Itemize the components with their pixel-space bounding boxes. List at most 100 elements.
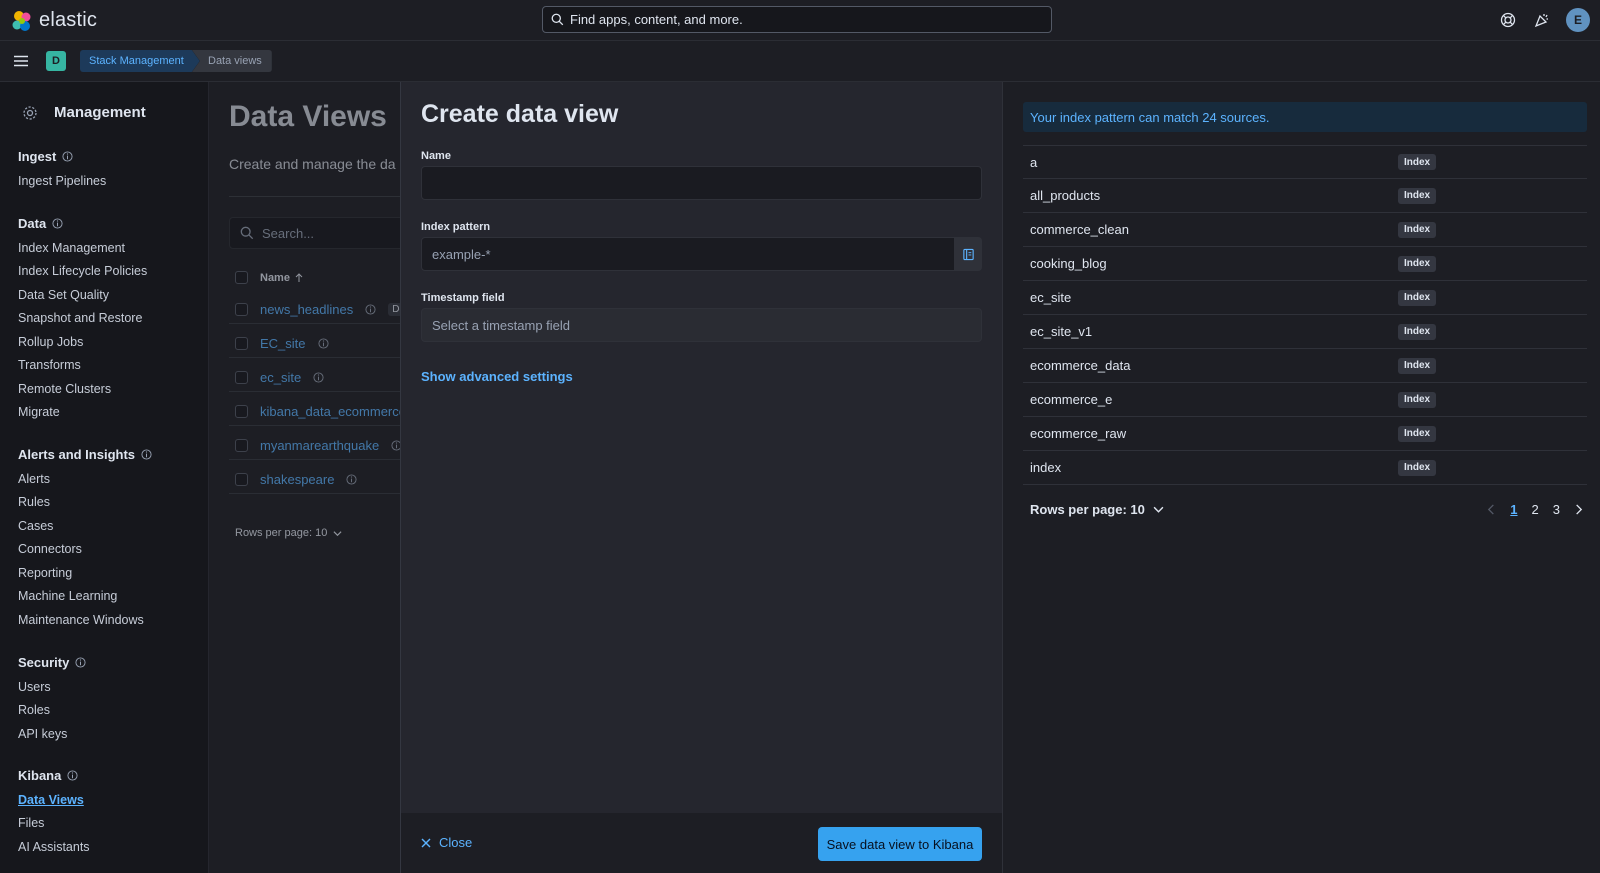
index-pattern-help-button[interactable] — [954, 237, 982, 271]
row-divider — [229, 323, 400, 324]
index-pattern-placeholder: example-* — [432, 246, 491, 262]
index-pattern-label: Index pattern — [421, 221, 491, 233]
timestamp-field-select[interactable]: Select a timestamp field — [421, 308, 982, 342]
source-name: ec_site — [1030, 290, 1072, 305]
source-row: commerce_clean Index — [1023, 213, 1587, 247]
rows-per-page-button[interactable]: Rows per page: 10 — [1030, 502, 1164, 517]
nav-item-machine-learning[interactable]: Machine Learning — [18, 589, 117, 603]
data-view-link[interactable]: news_headlines — [260, 302, 353, 317]
show-advanced-settings-link[interactable]: Show advanced settings — [421, 369, 573, 384]
row-checkbox[interactable] — [235, 439, 248, 452]
data-views-search-input[interactable]: Search... — [229, 217, 400, 249]
page-title: Data Views — [229, 100, 387, 133]
nav-item-ai-assistants[interactable]: AI Assistants — [18, 840, 90, 854]
nav-item-files[interactable]: Files — [18, 816, 44, 830]
search-placeholder: Find apps, content, and more. — [570, 12, 743, 27]
space-avatar[interactable]: D — [46, 51, 66, 71]
nav-item-cases[interactable]: Cases — [18, 519, 53, 533]
breadcrumb-stack-management[interactable]: Stack Management — [80, 50, 200, 72]
elastic-logo[interactable]: elastic — [11, 9, 97, 32]
source-type-badge: Index — [1398, 154, 1437, 170]
global-search-input[interactable]: Find apps, content, and more. — [542, 6, 1052, 33]
data-view-link[interactable]: ec_site — [260, 370, 301, 385]
row-divider — [229, 493, 400, 494]
page-description: Create and manage the da — [229, 156, 396, 172]
chevron-right-icon[interactable] — [1574, 503, 1583, 515]
source-row: ecommerce_e Index — [1023, 383, 1587, 417]
chevron-down-icon — [1153, 506, 1164, 513]
source-name: ec_site_v1 — [1030, 324, 1093, 339]
nav-item-snapshot-and-restore[interactable]: Snapshot and Restore — [18, 311, 142, 325]
nav-group-kibana: Kibana — [18, 768, 78, 783]
row-checkbox[interactable] — [235, 473, 248, 486]
data-view-link[interactable]: kibana_data_ecommerce — [260, 404, 400, 419]
nav-group-label: Kibana — [18, 768, 62, 783]
chevron-down-icon — [333, 530, 342, 536]
nav-item-rollup-jobs[interactable]: Rollup Jobs — [18, 335, 83, 349]
row-checkbox[interactable] — [235, 303, 248, 316]
source-type-badge: Index — [1398, 357, 1437, 374]
nav-item-reporting[interactable]: Reporting — [18, 566, 72, 580]
nav-group-security: Security — [18, 655, 86, 670]
save-data-view-button[interactable]: Save data view to Kibana — [818, 827, 982, 861]
help-button[interactable] — [1498, 10, 1518, 30]
source-row: cooking_blog Index — [1023, 247, 1587, 281]
name-input[interactable] — [421, 166, 982, 200]
flyout-footer: Close Save data view to Kibana — [401, 813, 1002, 873]
nav-item-transforms[interactable]: Transforms — [18, 358, 81, 372]
matching-sources-panel: Your index pattern can match 24 sources.… — [1002, 82, 1600, 873]
nav-item-remote-clusters[interactable]: Remote Clusters — [18, 382, 111, 396]
nav-item-maintenance-windows[interactable]: Maintenance Windows — [18, 613, 144, 627]
data-view-link[interactable]: EC_site — [260, 336, 306, 351]
info-icon — [391, 440, 400, 451]
nav-item-data-set-quality[interactable]: Data Set Quality — [18, 288, 109, 302]
index-pattern-input[interactable]: example-* — [421, 237, 982, 271]
page-3-button[interactable]: 3 — [1553, 502, 1560, 517]
row-checkbox[interactable] — [235, 371, 248, 384]
source-name: ecommerce_data — [1030, 358, 1131, 373]
page-2-button[interactable]: 2 — [1532, 502, 1539, 517]
nav-item-data-views[interactable]: Data Views — [18, 793, 84, 807]
search-icon — [551, 13, 564, 26]
data-view-link[interactable]: myanmarearthquake — [260, 438, 379, 453]
nav-item-alerts[interactable]: Alerts — [18, 472, 50, 486]
source-type-badge: Index — [1398, 289, 1437, 306]
search-icon — [240, 226, 254, 240]
rows-per-page-button[interactable]: Rows per page: 10 — [235, 527, 342, 539]
nav-item-api-keys[interactable]: API keys — [18, 727, 67, 741]
info-icon — [62, 151, 73, 162]
nav-item-users[interactable]: Users — [18, 680, 51, 694]
row-checkbox[interactable] — [235, 337, 248, 350]
nav-item-connectors[interactable]: Connectors — [18, 542, 82, 556]
select-all-checkbox[interactable] — [235, 271, 248, 284]
flyout-title: Create data view — [421, 100, 619, 128]
default-badge: De — [388, 303, 400, 316]
nav-item-index-management[interactable]: Index Management — [18, 241, 125, 255]
chevron-left-icon[interactable] — [1487, 503, 1496, 515]
info-icon — [317, 338, 329, 349]
page-1-button[interactable]: 1 — [1510, 502, 1517, 517]
data-view-link[interactable]: shakespeare — [260, 472, 334, 487]
table-row: EC_site — [235, 336, 329, 351]
nav-item-rules[interactable]: Rules — [18, 495, 50, 509]
column-name-header[interactable]: Name — [260, 272, 290, 284]
nav-item-migrate[interactable]: Migrate — [18, 405, 60, 419]
management-sidenav: Management Ingest Ingest Pipelines Data … — [0, 82, 209, 873]
help-lifebuoy-icon — [1500, 12, 1516, 28]
row-divider — [229, 459, 400, 460]
gear-icon — [23, 105, 37, 120]
close-button[interactable]: Close — [421, 835, 472, 850]
nav-item-ingest-pipelines[interactable]: Ingest Pipelines — [18, 174, 106, 188]
user-avatar[interactable]: E — [1566, 8, 1590, 32]
menu-toggle-button[interactable] — [13, 53, 29, 69]
nav-item-roles[interactable]: Roles — [18, 703, 50, 717]
table-row: news_headlines De — [235, 302, 400, 317]
nav-group-label: Alerts and Insights — [18, 447, 136, 462]
row-checkbox[interactable] — [235, 405, 248, 418]
news-feed-button[interactable] — [1532, 10, 1552, 30]
table-row: kibana_data_ecommerce — [235, 404, 400, 419]
divider — [229, 196, 400, 197]
nav-item-index-lifecycle-policies[interactable]: Index Lifecycle Policies — [18, 264, 147, 278]
create-data-view-flyout: Create data view Name Index pattern exam… — [400, 82, 1600, 873]
source-type-badge: Index — [1398, 391, 1437, 408]
